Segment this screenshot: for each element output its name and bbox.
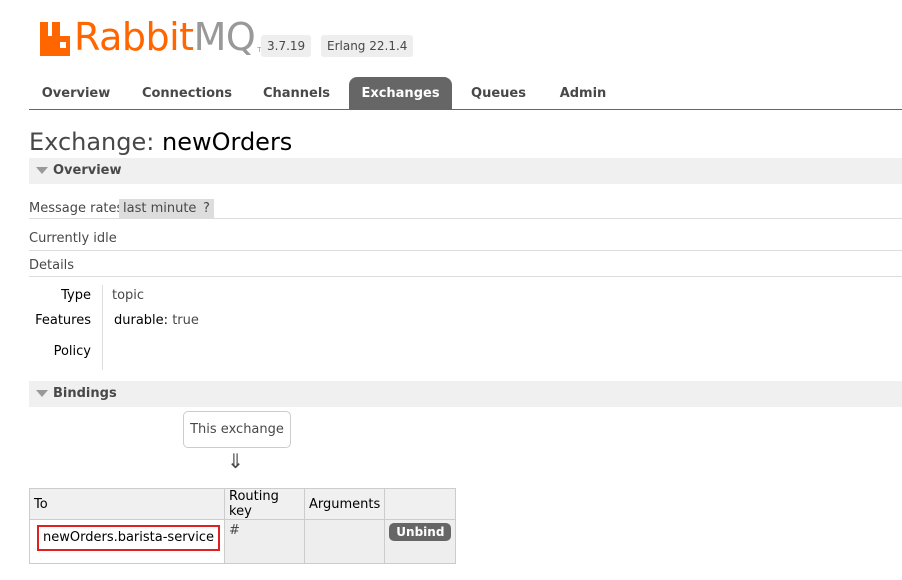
column-header-actions [384,488,457,520]
durable-value: true [172,313,199,328]
features-label: Features [35,313,91,328]
policy-label: Policy [53,344,91,359]
column-header-routing-key: Routing key [224,488,305,520]
details-label: Details [29,258,75,273]
bindings-section-header[interactable]: Bindings [29,381,902,407]
down-arrow-icon: ⇓ [227,449,244,473]
actions-cell: Unbind [384,519,457,564]
tab-channels[interactable]: Channels [252,77,341,109]
page-title: Exchange: newOrders [29,128,292,156]
unbind-button[interactable]: Unbind [389,523,452,541]
bindings-section-label: Bindings [53,386,117,401]
routing-key-cell: # [224,519,305,564]
tab-queues[interactable]: Queues [460,77,537,109]
column-header-arguments: Arguments [303,488,386,520]
divider [29,276,902,277]
tab-exchanges[interactable]: Exchanges [349,77,452,109]
overview-section-label: Overview [53,163,122,178]
collapse-triangle-icon [36,167,48,174]
rabbitmq-logo[interactable]: RabbitMQ TM [40,16,268,56]
collapse-triangle-icon [36,390,48,397]
logo-wordmark: RabbitMQ [74,15,256,59]
exchange-name: newOrders [162,128,293,156]
arguments-cell [303,519,386,564]
erlang-version-badge: Erlang 22.1.4 [321,35,414,57]
column-header-to: To [29,488,225,520]
details-divider [102,285,103,370]
table-header-row: To Routing key Arguments [29,488,457,520]
binding-destination-link[interactable]: newOrders.barista-service [37,525,220,551]
type-label: Type [61,288,91,303]
message-rates-label: Message rates [29,201,124,216]
durable-label: durable: [114,313,169,328]
type-value: topic [112,288,145,303]
logo-text-rabbit: Rabbit [74,15,194,59]
status-text: Currently idle [29,231,117,246]
tab-connections[interactable]: Connections [130,77,244,109]
main-nav-tabs: Overview Connections Channels Exchanges … [29,77,902,110]
page-title-prefix: Exchange: [29,128,155,156]
to-cell: newOrders.barista-service [29,519,225,564]
divider [29,250,902,251]
rate-period-selector[interactable]: last minute [119,199,201,219]
tab-overview[interactable]: Overview [29,77,123,109]
help-button[interactable]: ? [199,199,214,219]
bindings-table: To Routing key Arguments newOrders.baris… [29,488,457,564]
logo-text-mq: MQ [193,15,256,59]
divider [29,218,902,219]
overview-section-header[interactable]: Overview [29,158,902,184]
version-badge: 3.7.19 [261,35,312,57]
rabbitmq-logo-mark [40,22,70,56]
table-row: newOrders.barista-service # Unbind [29,519,457,564]
durable-feature: durable: true [114,313,199,328]
this-exchange-box: This exchange [183,411,291,448]
tab-admin[interactable]: Admin [545,77,621,109]
